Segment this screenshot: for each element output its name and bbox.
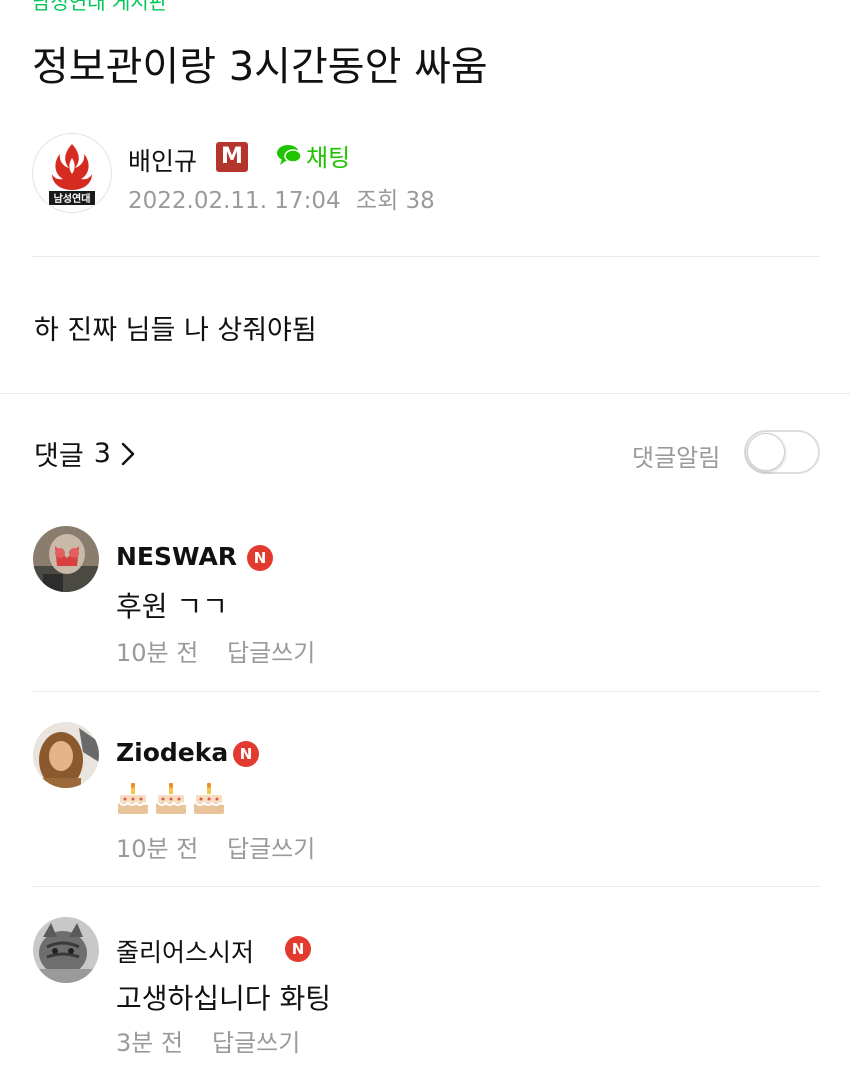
reply-button[interactable]: 답글쓰기 [227,633,315,668]
comment-time: 3분 전 [116,1029,184,1057]
naver-badge: N [285,936,311,962]
chat-label: 채팅 [306,143,351,172]
reply-button[interactable]: 답글쓰기 [212,1023,300,1058]
post-date: 2022.02.11. 17:04 [128,188,341,214]
chat-button[interactable]: 채팅 [276,140,351,172]
chevron-right-icon [121,442,135,465]
comment-divider [33,886,820,887]
author-avatar[interactable]: 남성연대 [32,133,112,213]
birthday-cake-icon [118,783,149,814]
comment-text: 고생하십니다 화팅 [116,982,331,1015]
comment-author[interactable]: 줄리어스시저 [116,933,254,969]
body-divider [0,393,850,394]
board-name[interactable]: 남성연대 게시판 [32,0,167,15]
nammsung-yeondae-logo-icon: 남성연대 [49,144,95,205]
chat-bubble-icon [277,145,302,165]
portrait-avatar-icon [33,722,99,788]
masked-rider-avatar-icon [33,526,99,592]
comment-author[interactable]: Ziodeka [116,738,228,767]
comments-header-link[interactable]: 댓글 3 [34,434,135,473]
post-meta: 2022.02.11. 17:04 조회 38 [128,181,435,215]
toggle-knob [747,433,785,471]
comment-avatar-ziodeka[interactable] [33,722,99,788]
reply-button[interactable]: 답글쓰기 [227,829,315,864]
manager-badge: M [216,142,248,172]
comment-notify-toggle[interactable] [744,430,820,474]
views-label: 조회 [355,188,399,214]
post-body: 하 진짜 님들 나 상줘야됨 [34,315,317,346]
header-divider [32,256,820,257]
naver-badge: N [233,741,259,767]
author-name[interactable]: 배인규 [128,142,197,178]
birthday-cake-icon [156,783,187,814]
comment-notify-label: 댓글알림 [632,444,721,472]
comment-divider [33,691,820,692]
comment-text: 후원 ㄱㄱ [116,590,228,623]
logo-text: 남성연대 [54,192,91,205]
comment-time: 10분 전 [116,639,199,667]
comment-avatar-julius[interactable] [33,917,99,983]
comment-emoji-row [116,783,226,817]
cat-avatar-icon [33,917,99,983]
comment-time: 10분 전 [116,835,199,863]
post-title: 정보관이랑 3시간동안 싸움 [32,44,488,90]
naver-badge: N [247,545,273,571]
comment-avatar-neswar[interactable] [33,526,99,592]
birthday-cake-icon [194,783,225,814]
comments-count: 3 [93,438,111,469]
comment-author[interactable]: NESWAR [116,542,237,571]
views-count: 38 [405,188,435,214]
comments-label: 댓글 [34,441,84,472]
